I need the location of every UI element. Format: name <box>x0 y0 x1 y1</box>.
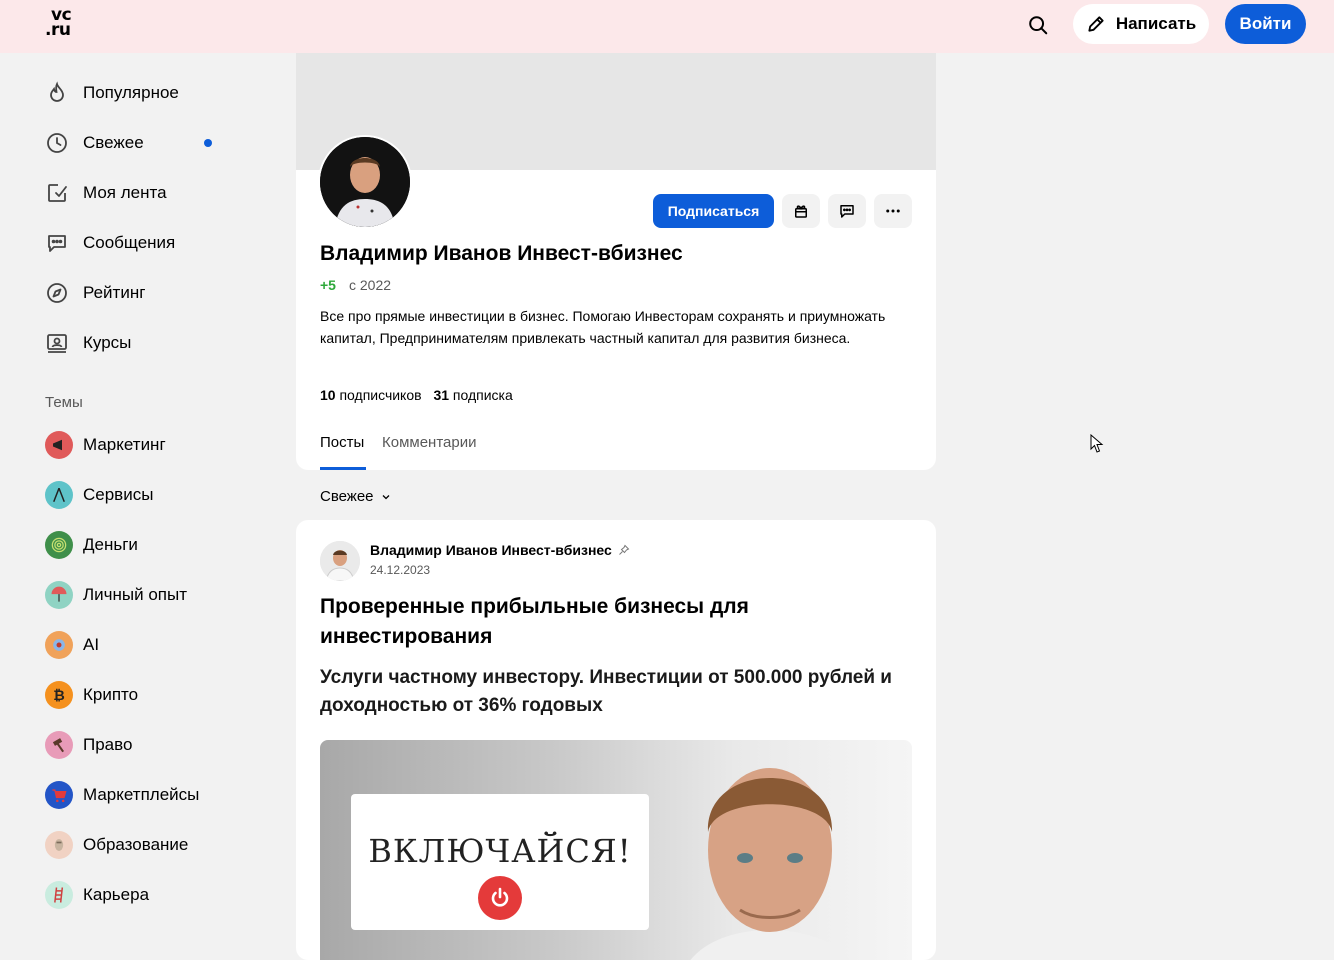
following-link[interactable]: 31 подписка <box>433 387 512 403</box>
active-tab-indicator <box>320 467 366 470</box>
shopping-cart-icon <box>45 781 73 809</box>
image-banner-text: ВКЛЮЧАЙСЯ! <box>368 832 632 870</box>
sidebar-item-label: Сообщения <box>83 233 176 252</box>
parachute-icon <box>45 581 73 609</box>
sidebar-item-label: Свежее <box>83 133 144 152</box>
post-author[interactable]: Владимир Иванов Инвест-вбизнес <box>370 542 630 558</box>
post-author-name: Владимир Иванов Инвест-вбизнес <box>370 542 612 558</box>
topic-label: Крипто <box>83 685 139 704</box>
sidebar-item-messages[interactable]: Сообщения <box>45 225 275 261</box>
topic-label: AI <box>83 635 100 654</box>
sidebar-item-label: Рейтинг <box>83 283 146 302</box>
followers-link[interactable]: 10 подписчиков <box>320 387 422 403</box>
sidebar-item-label: Популярное <box>83 83 179 102</box>
post-title[interactable]: Проверенные прибыльные бизнесы для инвес… <box>320 592 880 652</box>
fingerprint-icon <box>45 531 73 559</box>
megaphone-icon <box>45 431 73 459</box>
topic-label: Деньги <box>83 535 138 554</box>
topic-crypto[interactable]: ₿ Крипто <box>45 677 275 713</box>
topic-label: Маркетинг <box>83 435 166 454</box>
author-photo <box>690 768 850 960</box>
sidebar-item-label: Моя лента <box>83 183 167 202</box>
topic-law[interactable]: Право <box>45 727 275 763</box>
pencil-icon <box>1088 16 1104 32</box>
topic-ai[interactable]: AI <box>45 627 275 663</box>
clock-icon <box>47 133 67 153</box>
topic-money[interactable]: Деньги <box>45 527 275 563</box>
courses-icon <box>47 334 67 353</box>
profile-avatar[interactable] <box>318 135 412 229</box>
power-icon <box>478 876 522 920</box>
topic-label: Карьера <box>83 885 150 904</box>
top-header: vc .ru Написать Войти <box>0 0 1334 53</box>
chat-icon <box>840 205 854 218</box>
vc-logo[interactable]: vc .ru <box>45 7 79 42</box>
new-content-dot <box>204 139 212 147</box>
flame-icon <box>50 81 64 102</box>
topic-services[interactable]: Сервисы <box>45 477 275 513</box>
message-button[interactable] <box>828 194 866 228</box>
topic-career[interactable]: Карьера <box>45 877 275 913</box>
gift-icon <box>795 205 807 218</box>
feed-check-icon <box>48 184 67 202</box>
sidebar-item-my-feed[interactable]: Моя лента <box>45 175 275 211</box>
sidebar-item-fresh[interactable]: Свежее <box>45 125 275 161</box>
topic-marketing[interactable]: Маркетинг <box>45 427 275 463</box>
profile-name: Владимир Иванов Инвест-вбизнес <box>320 242 683 265</box>
search-icon <box>1029 16 1048 35</box>
profile-bio: Все про прямые инвестиции в бизнес. Помо… <box>320 308 886 346</box>
sidebar-item-popular[interactable]: Популярное <box>45 75 275 111</box>
search-button[interactable] <box>1022 9 1054 41</box>
chevron-down-icon <box>382 494 389 499</box>
tab-comments[interactable]: Комментарии <box>382 434 476 451</box>
topic-label: Сервисы <box>83 485 154 504</box>
profile-since: с 2022 <box>349 277 392 293</box>
post-cover-image[interactable]: ВКЛЮЧАЙСЯ! <box>320 740 912 960</box>
topic-personal-experience[interactable]: Личный опыт <box>45 577 275 613</box>
post-card[interactable]: Владимир Иванов Инвест-вбизнес 24.12.202… <box>296 520 936 960</box>
avatar-photo <box>320 137 410 227</box>
ladder-icon <box>45 881 73 909</box>
image-banner: ВКЛЮЧАЙСЯ! <box>351 794 649 930</box>
compass-icon <box>47 283 67 303</box>
login-button[interactable]: Войти <box>1225 4 1306 44</box>
sidebar: Популярное Свежее Моя лента Сообщения Ре… <box>0 53 296 942</box>
compass-tool-icon <box>45 481 73 509</box>
profile-stats: 10 подписчиков 31 подписка <box>320 387 513 403</box>
pin-icon <box>618 544 630 555</box>
topic-label: Личный опыт <box>83 585 188 604</box>
mouse-cursor-icon <box>1090 434 1104 453</box>
sidebar-item-rating[interactable]: Рейтинг <box>45 275 275 311</box>
tab-posts[interactable]: Посты <box>320 434 364 451</box>
sidebar-item-label: Курсы <box>83 333 132 352</box>
bitcoin-icon: ₿ <box>45 681 73 709</box>
donate-button[interactable] <box>782 194 820 228</box>
more-dots-icon <box>886 209 900 213</box>
subscribe-button[interactable]: Подписаться <box>653 194 774 228</box>
topic-label: Маркетплейсы <box>83 785 200 804</box>
topic-education[interactable]: Образование <box>45 827 275 863</box>
chat-icon <box>48 235 66 252</box>
sidebar-item-courses[interactable]: Курсы <box>45 325 275 361</box>
svg-text:₿: ₿ <box>53 688 65 704</box>
post-date: 24.12.2023 <box>370 563 431 577</box>
topic-label: Право <box>83 735 133 754</box>
post-author-avatar[interactable] <box>320 541 360 581</box>
topic-marketplaces[interactable]: Маркетплейсы <box>45 777 275 813</box>
more-button[interactable] <box>874 194 912 228</box>
topic-label: Образование <box>83 835 189 854</box>
gavel-icon <box>45 731 73 759</box>
themes-section-title: Темы <box>45 394 83 411</box>
robot-face-icon <box>45 631 73 659</box>
sort-label: Свежее <box>320 488 374 505</box>
portrait-icon <box>45 831 73 859</box>
post-subtitle: Услуги частному инвестору. Инвестиции от… <box>320 667 892 716</box>
profile-card: Подписаться Владимир Иванов Инвест-вбизн… <box>296 53 936 470</box>
write-button[interactable]: Написать <box>1073 4 1209 44</box>
write-button-label: Написать <box>1115 14 1197 33</box>
sort-dropdown[interactable]: Свежее <box>320 488 392 505</box>
profile-rating[interactable]: +5 <box>320 277 336 293</box>
